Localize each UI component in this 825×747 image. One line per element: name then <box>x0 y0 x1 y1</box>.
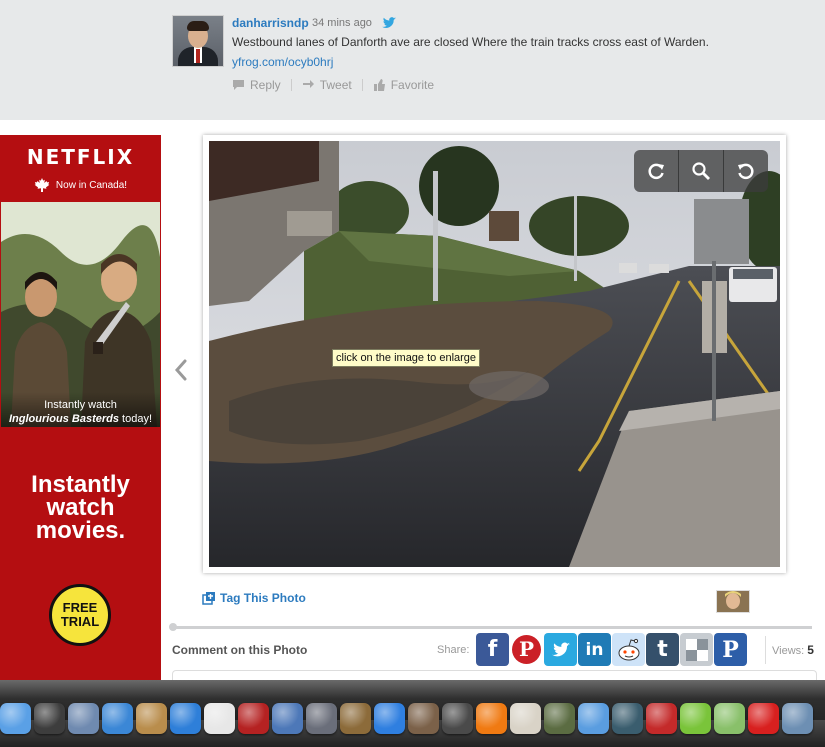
comment-heading: Comment on this Photo <box>172 643 308 657</box>
dock-ical-icon[interactable] <box>204 703 235 734</box>
free-trial-badge[interactable]: FREE TRIAL <box>49 584 111 646</box>
user-avatar[interactable] <box>172 15 224 67</box>
zoom-icon <box>692 162 710 180</box>
tag-photo-link[interactable]: Tag This Photo <box>202 591 306 605</box>
tweet-actions: Reply Tweet Favorite <box>232 78 434 92</box>
road-photo[interactable] <box>209 141 780 567</box>
favorite-label: Favorite <box>390 78 435 92</box>
ad-caption-movie: Inglourious Basterds <box>8 413 119 425</box>
favorite-button[interactable]: Favorite <box>373 78 434 92</box>
dock-finder-icon[interactable] <box>0 703 31 734</box>
delicious-share-button[interactable] <box>680 633 713 666</box>
photo-viewer <box>203 135 786 573</box>
retweet-button[interactable]: Tweet <box>302 78 352 92</box>
tweet-time[interactable]: 34 mins ago <box>312 17 372 29</box>
dock-angry-birds-icon[interactable] <box>578 703 609 734</box>
tweet-text: Westbound lanes of Danforth ave are clos… <box>232 35 709 49</box>
zoom-button[interactable] <box>679 150 724 192</box>
svg-text:P: P <box>722 637 739 663</box>
dock-iwork-icon[interactable] <box>272 703 303 734</box>
ad-headline: Instantly watch movies. <box>0 473 161 544</box>
pinterest-icon: P <box>512 635 541 664</box>
netflix-ad[interactable]: NETFLIX Now in Canada! Instantly watch I… <box>0 135 161 680</box>
tag-icon <box>202 591 215 605</box>
dock-dashboard-icon[interactable] <box>34 703 65 734</box>
tweet-link[interactable]: yfrog.com/ocyb0hrj <box>232 55 333 69</box>
reply-icon <box>233 80 244 90</box>
dock-radio-icon[interactable] <box>748 703 779 734</box>
retweet-icon <box>302 80 314 88</box>
dock-mail-icon[interactable] <box>68 703 99 734</box>
ad-region-text: Now in Canada! <box>55 179 128 191</box>
facebook-share-button[interactable]: f <box>476 633 509 666</box>
rotate-left-button[interactable] <box>724 150 768 192</box>
dock-paper-plane-icon[interactable] <box>714 703 745 734</box>
linkedin-icon: in <box>585 639 604 660</box>
dock-bricks-icon[interactable] <box>510 703 541 734</box>
dock-photo-booth-icon[interactable] <box>238 703 269 734</box>
macos-dock <box>0 680 825 747</box>
reddit-icon <box>618 638 639 660</box>
dock-system-prefs-icon[interactable] <box>306 703 337 734</box>
reply-button[interactable]: Reply <box>232 78 281 92</box>
dock-imovie-icon[interactable] <box>442 703 473 734</box>
dock-address-book-icon[interactable] <box>136 703 167 734</box>
maple-leaf-icon <box>34 178 50 192</box>
dock-itunes-icon[interactable] <box>170 703 201 734</box>
pinterest-share-button[interactable]: P <box>510 633 543 666</box>
rotate-left-icon <box>738 163 754 180</box>
dock-angry-birds-red-icon[interactable] <box>646 703 677 734</box>
previous-photo-arrow-icon[interactable] <box>172 358 190 382</box>
rotate-right-button[interactable] <box>634 150 679 192</box>
ad-headline-3: movies. <box>35 517 126 544</box>
divider <box>172 626 812 629</box>
linkedin-share-button[interactable]: in <box>578 633 611 666</box>
photo-tools <box>634 150 768 192</box>
facebook-icon: f <box>487 637 498 662</box>
rotate-right-icon <box>648 163 664 180</box>
retweet-label: Tweet <box>319 78 352 92</box>
ad-region: Now in Canada! <box>0 178 161 192</box>
dock-app-store-icon[interactable] <box>374 703 405 734</box>
dock-contacts-icon[interactable] <box>408 703 439 734</box>
tweet-card: danharrisndp 34 mins ago Westbound lanes… <box>0 0 825 120</box>
tag-photo-label: Tag This Photo <box>220 591 306 605</box>
views-label: Views: <box>772 645 805 657</box>
dock-folder-icon[interactable] <box>782 703 813 734</box>
dock-preview-icon[interactable] <box>340 703 371 734</box>
tagger-avatar[interactable] <box>716 590 750 613</box>
ad-caption: Instantly watch Inglourious Basterds tod… <box>1 392 160 427</box>
enlarge-tooltip: click on the image to enlarge <box>332 349 481 367</box>
views-count: 5 <box>807 643 814 657</box>
free-trial-line2: TRIAL <box>60 614 100 629</box>
tumblr-icon: t <box>657 637 668 662</box>
ad-caption-tail: today! <box>119 413 153 425</box>
twitter-bird-icon <box>382 17 396 28</box>
tweet-username[interactable]: danharrisndp <box>232 16 309 30</box>
twitter-icon <box>551 642 570 656</box>
dock-frog-icon[interactable] <box>680 703 711 734</box>
twitter-share-button[interactable] <box>544 633 577 666</box>
delicious-icon <box>685 638 708 661</box>
views-counter: Views: 5 <box>765 636 814 664</box>
dock-vlc-icon[interactable] <box>476 703 507 734</box>
svg-text:P: P <box>519 637 534 661</box>
dock-twitter-bird-icon[interactable] <box>544 703 575 734</box>
dock-safari-icon[interactable] <box>102 703 133 734</box>
thumbs-up-icon <box>373 79 385 91</box>
dock-time-machine-icon[interactable] <box>612 703 643 734</box>
share-label: Share: <box>437 644 470 656</box>
pinterest-alt-share-button[interactable]: P <box>714 633 747 666</box>
dock-icons <box>0 703 813 734</box>
netflix-logo: NETFLIX <box>26 145 135 169</box>
share-buttons: f P in t P <box>476 633 747 666</box>
tumblr-share-button[interactable]: t <box>646 633 679 666</box>
free-trial-line1: FREE <box>62 600 98 615</box>
reply-label: Reply <box>250 78 281 92</box>
reddit-share-button[interactable] <box>612 633 645 666</box>
pinterest-alt-icon: P <box>722 637 739 663</box>
ad-caption-line1: Instantly watch <box>44 399 117 411</box>
